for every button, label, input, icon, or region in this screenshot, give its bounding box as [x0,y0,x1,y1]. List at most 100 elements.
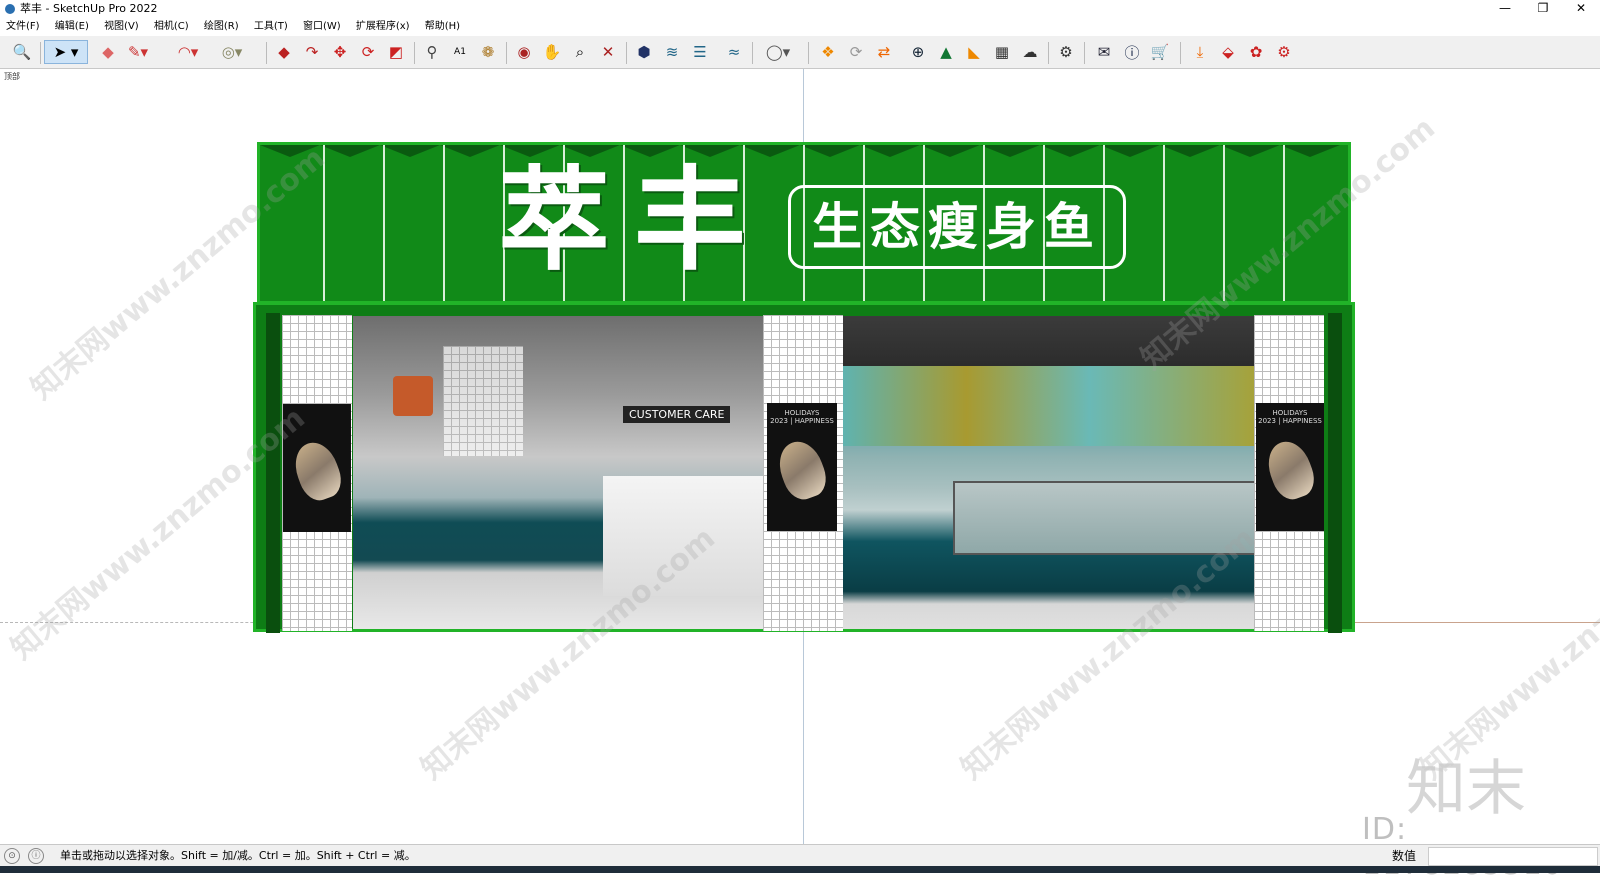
menu-window[interactable]: 窗口(W) [303,18,341,36]
fish-poster-center: HOLIDAYS 2023 | HAPPINESS [767,403,837,531]
sign-stripe [383,145,385,301]
red-axis [1353,622,1600,623]
menu-edit[interactable]: 编辑(E) [55,18,89,36]
minimize-button[interactable]: — [1490,0,1520,18]
gear-multi-icon[interactable]: ⚙ [1272,40,1296,64]
zoom-window-icon[interactable]: ⌕ [568,40,592,64]
fish-image [772,435,832,505]
layers-icon[interactable]: ≋ [660,40,684,64]
measurements-input[interactable] [1428,847,1598,866]
geo-location-icon[interactable]: ⊙ [4,848,20,864]
arc-icon[interactable]: ◠▾ [176,40,200,64]
poster-title: HOLIDAYS [784,409,820,417]
scallop [1280,145,1340,157]
right-jamb [1328,313,1342,633]
checker-icon[interactable]: ▦ [990,40,1014,64]
menu-draw[interactable]: 绘图(R) [204,18,239,36]
scallop [320,145,380,157]
sketchup-icon [5,4,15,14]
tree-icon[interactable]: ▲ [934,40,958,64]
styles-icon[interactable]: ☰ [688,40,712,64]
poster-title: HOLIDAYS [1272,409,1308,417]
paint-icon[interactable]: ❁ [476,40,500,64]
sign-stripe [1163,145,1165,301]
scallop [800,145,860,157]
paint-bucket-icon[interactable]: ◎▾ [220,40,244,64]
poster-subtitle: 2023 | HAPPINESS [1258,417,1322,425]
fish-poster-right: HOLIDAYS 2023 | HAPPINESS [1256,403,1324,531]
scallop [1160,145,1220,157]
tape-icon[interactable]: ⚲ [420,40,444,64]
fish-image [287,437,347,506]
scenes-icon[interactable]: ≈ [722,40,746,64]
brand-name: 萃丰 [498,155,770,286]
swap-icon[interactable]: ⇄ [872,40,896,64]
sun-icon[interactable]: ◣ [962,40,986,64]
zoom-icon[interactable]: 🔍 [10,40,34,64]
menu-view[interactable]: 视图(V) [104,18,139,36]
import-icon[interactable]: ⤓ [1188,40,1212,64]
push-pull-icon[interactable]: ◆ [272,40,296,64]
credits-icon[interactable]: ⓘ [28,848,44,864]
interior-view-left: CUSTOMER CARE [353,316,763,629]
plugin-icon[interactable]: ✿ [1244,40,1268,64]
mail-icon[interactable]: ✉ [1092,40,1116,64]
scallop [1040,145,1100,157]
refresh-icon[interactable]: ⟳ [844,40,868,64]
poster-subtitle: 2023 | HAPPINESS [770,417,834,425]
scene-tab-label[interactable]: 顶部 [4,71,20,82]
title-bar: 萃丰 - SketchUp Pro 2022 — ❐ ✕ [0,0,1600,18]
pencil-icon[interactable]: ✎▾ [126,40,150,64]
cart-icon[interactable]: 🛒 [1148,40,1172,64]
window-title: 萃丰 - SketchUp Pro 2022 [20,2,158,15]
cloud-icon[interactable]: ☁ [1018,40,1042,64]
text-icon[interactable]: A1 [448,40,472,64]
pan-icon[interactable]: ✋ [540,40,564,64]
info-icon[interactable]: ⓘ [1120,40,1144,64]
settings-icon[interactable]: ⚙ [1054,40,1078,64]
sign-stripe [443,145,445,301]
extension-1-icon[interactable]: ❖ [816,40,840,64]
scale-icon[interactable]: ◩ [384,40,408,64]
menu-bar: 文件(F) 编辑(E) 视图(V) 相机(C) 绘图(R) 工具(T) 窗口(W… [0,18,1600,36]
scallop [920,145,980,157]
tagline-box: 生态瘦身鱼 [788,185,1126,269]
layers-up-icon[interactable]: ⬙ [1216,40,1240,64]
select-icon[interactable]: ➤ ▾ [44,40,88,64]
move-icon[interactable]: ✥ [328,40,352,64]
status-hint: 单击或拖动以选择对象。Shift = 加/减。Ctrl = 加。Shift + … [60,849,416,862]
menu-board [393,376,433,416]
eraser-icon[interactable]: ◆ [96,40,120,64]
hanging-panel [443,346,523,456]
model-viewport[interactable]: 顶部 萃丰 生态瘦身鱼 HOLIDAYS 2023 | HAPPINESS HO… [0,69,1600,844]
add-icon[interactable]: ⊕ [906,40,930,64]
fish-mural [843,366,1254,446]
measurements-label: 数值 [1392,849,1417,863]
zoom-extents-icon[interactable]: ✕ [596,40,620,64]
scallop [860,145,920,157]
rotate-icon[interactable]: ⟳ [356,40,380,64]
scallop [380,145,440,157]
shop-signboard: 萃丰 生态瘦身鱼 [257,142,1351,304]
fish-image [1260,436,1320,505]
menu-tools[interactable]: 工具(T) [254,18,288,36]
close-button[interactable]: ✕ [1566,0,1596,18]
component-icon[interactable]: ⬢ [632,40,656,64]
menu-extensions[interactable]: 扩展程序(x) [356,18,410,36]
menu-file[interactable]: 文件(F) [6,18,40,36]
user-icon[interactable]: ◯▾ [758,40,798,64]
follow-me-icon[interactable]: ↷ [300,40,324,64]
scallop [1100,145,1160,157]
scallop [1220,145,1280,157]
maximize-button[interactable]: ❐ [1528,0,1558,18]
left-jamb [266,313,280,633]
orbit-icon[interactable]: ◉ [512,40,536,64]
scallop [980,145,1040,157]
menu-camera[interactable]: 相机(C) [154,18,189,36]
interior-sign: CUSTOMER CARE [623,406,731,423]
main-toolbar: 🔍 ➤ ▾ ◆ ✎▾ ◠▾ ◎▾ ◆ ↷ ✥ ⟳ ◩ ⚲ A1 ❁ ◉ ✋ ⌕ … [0,36,1600,69]
scallop [440,145,500,157]
taskbar [0,866,1600,873]
menu-help[interactable]: 帮助(H) [425,18,460,36]
status-bar: ⊙ ⓘ 单击或拖动以选择对象。Shift = 加/减。Ctrl = 加。Shif… [0,844,1600,867]
